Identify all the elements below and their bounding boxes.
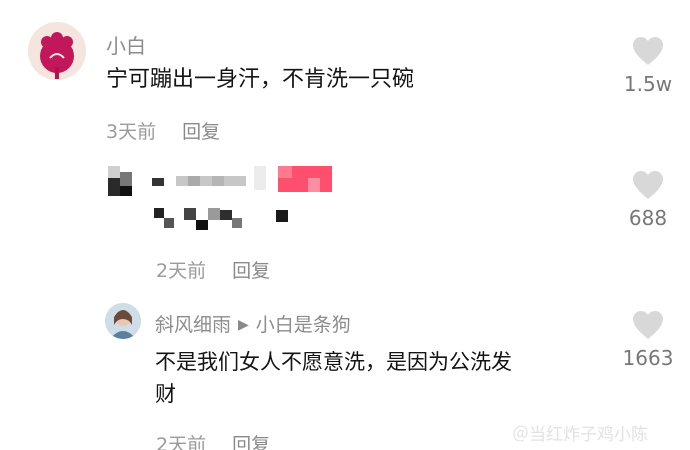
reply-to-username[interactable]: 小白是条狗: [256, 314, 351, 336]
reply-text-line: 不是我们女人不愿意洗，是因为公洗发: [155, 350, 512, 374]
comment-time: 2天前: [156, 260, 207, 282]
heart-icon: [633, 37, 663, 65]
mosaic-block: [108, 166, 120, 178]
mosaic-block: [152, 178, 164, 186]
avatar-image: [105, 303, 141, 339]
mosaic-block: [184, 208, 196, 220]
comment-time: 3天前: [106, 121, 157, 143]
mosaic-block: [176, 176, 246, 186]
reply-username[interactable]: 斜风细雨: [155, 314, 231, 336]
mosaic-block: [196, 220, 208, 230]
reply-arrow-icon: ▶: [238, 317, 249, 333]
like-button[interactable]: 688: [613, 170, 683, 230]
mosaic-block: [212, 176, 224, 186]
mosaic-block: [154, 208, 164, 218]
mosaic-block: [120, 172, 132, 186]
heart-icon: [633, 171, 663, 199]
comment-text: 宁可蹦出一身汗，不肯洗一只碗: [106, 67, 415, 92]
mosaic-block: [254, 166, 266, 190]
avatar[interactable]: [28, 22, 86, 80]
comment-meta: 3天前 回复: [106, 117, 220, 144]
comment-meta: 2天前 回复: [156, 256, 270, 283]
mosaic-block: [220, 210, 232, 220]
mosaic-block: [188, 176, 200, 186]
reply-meta: 2天前 回复: [156, 430, 270, 450]
reply-time: 2天前: [156, 434, 207, 450]
watermark: ＠当红炸子鸡小陈: [512, 425, 648, 445]
like-count: 1663: [622, 346, 674, 370]
like-button[interactable]: 1.5w: [613, 36, 683, 96]
mosaic-block: [276, 210, 288, 222]
reply-avatar[interactable]: [105, 303, 141, 339]
reply-button[interactable]: 回复: [232, 260, 270, 282]
reply-text: 不是我们女人不愿意洗，是因为公洗发 财: [155, 346, 512, 410]
like-count: 688: [628, 206, 668, 230]
mosaic-block: [232, 218, 242, 228]
mosaic-block: [308, 178, 320, 192]
avatar-image: [28, 22, 86, 80]
heart-icon: [633, 311, 663, 339]
mosaic-block: [108, 178, 120, 196]
reply-header: 斜风细雨 ▶ 小白是条狗: [155, 310, 351, 337]
mosaic-block: [164, 218, 174, 228]
mosaic-block: [120, 186, 132, 196]
like-button[interactable]: 1663: [613, 310, 683, 370]
reply-button[interactable]: 回复: [232, 434, 270, 450]
mosaic-block: [208, 208, 220, 220]
comment-username[interactable]: 小白: [106, 30, 146, 59]
reply-text-line: 财: [155, 382, 176, 406]
mosaic-block: [278, 166, 292, 178]
reply-button[interactable]: 回复: [182, 121, 220, 143]
like-count: 1.5w: [623, 72, 673, 96]
